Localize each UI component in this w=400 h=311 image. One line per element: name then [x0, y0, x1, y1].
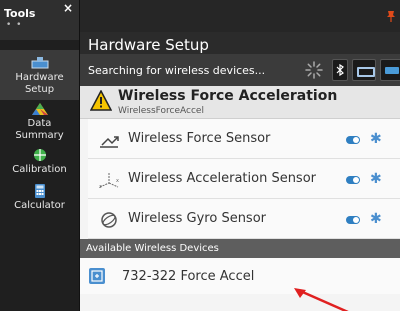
- tool-label: Setup: [24, 84, 55, 95]
- wireless-device-icon: [89, 268, 105, 284]
- loading-spinner-icon: [305, 61, 323, 79]
- available-device-label: 732-322 Force Accel: [122, 269, 255, 284]
- bluetooth-icon: [336, 63, 344, 77]
- page-title: Hardware Setup: [80, 32, 400, 54]
- gear-icon[interactable]: ✱: [370, 131, 382, 147]
- force-sensor-icon: [100, 136, 119, 148]
- app-window: Tools × • • Hardware Setup Data Summary: [0, 0, 400, 311]
- gyro-sensor-icon: [101, 212, 117, 228]
- sensor-row-acceleration[interactable]: z x Wireless Acceleration Sensor ✱: [88, 159, 400, 199]
- pin-icon[interactable]: [386, 10, 396, 25]
- gear-icon[interactable]: ✱: [370, 171, 382, 187]
- device-name: Wireless Force Acceleration: [118, 88, 338, 104]
- tool-label: Data: [27, 118, 52, 129]
- sensor-label: Wireless Gyro Sensor: [128, 211, 266, 226]
- device-id: WirelessForceAccel: [118, 106, 204, 116]
- search-status-text: Searching for wireless devices...: [88, 64, 266, 77]
- calibration-icon: [33, 149, 46, 161]
- tools-title: Tools: [4, 7, 36, 20]
- annotation-arrow-icon: [294, 288, 349, 311]
- tool-data-summary[interactable]: Data Summary: [0, 102, 79, 142]
- sensor-label: Wireless Force Sensor: [128, 131, 271, 146]
- warning-icon: [90, 90, 112, 111]
- svg-text:x: x: [116, 178, 119, 184]
- tool-hardware-setup[interactable]: Hardware Setup: [0, 50, 79, 100]
- tool-label: Calibration: [12, 164, 67, 175]
- drag-handle-icon[interactable]: • •: [6, 20, 22, 30]
- tool-label: Hardware: [15, 72, 64, 83]
- hardware-setup-icon: [31, 57, 48, 69]
- top-bar: [80, 0, 400, 32]
- tools-header: Tools × • •: [0, 0, 79, 40]
- available-device-item[interactable]: 732-322 Force Accel: [80, 258, 400, 294]
- battery-button[interactable]: [380, 59, 400, 81]
- tool-calculator[interactable]: Calculator: [0, 184, 79, 212]
- usb-button[interactable]: [352, 59, 376, 81]
- tool-label: Summary: [15, 130, 64, 141]
- bluetooth-button[interactable]: [332, 59, 348, 81]
- device-card: Wireless Force Acceleration WirelessForc…: [80, 86, 400, 311]
- search-status-bar: Searching for wireless devices...: [80, 54, 400, 86]
- sensor-toggle[interactable]: [346, 216, 360, 224]
- sensor-label: Wireless Acceleration Sensor: [128, 171, 316, 186]
- acceleration-sensor-icon: z x: [99, 173, 119, 189]
- tool-label: Calculator: [14, 200, 65, 211]
- sensor-row-force[interactable]: Wireless Force Sensor ✱: [88, 119, 400, 159]
- tools-panel: Tools × • • Hardware Setup Data Summary: [0, 0, 80, 311]
- sensor-row-gyro[interactable]: Wireless Gyro Sensor ✱: [88, 199, 400, 239]
- gear-icon[interactable]: ✱: [370, 211, 382, 227]
- svg-text:z: z: [99, 184, 102, 189]
- sensor-toggle[interactable]: [346, 176, 360, 184]
- device-header[interactable]: Wireless Force Acceleration WirelessForc…: [80, 86, 400, 119]
- calculator-icon: [34, 184, 45, 198]
- data-summary-icon: [31, 103, 48, 115]
- tool-calibration[interactable]: Calibration: [0, 148, 79, 176]
- sensor-toggle[interactable]: [346, 136, 360, 144]
- close-icon[interactable]: ×: [63, 1, 73, 15]
- available-devices-header: Available Wireless Devices: [80, 239, 400, 258]
